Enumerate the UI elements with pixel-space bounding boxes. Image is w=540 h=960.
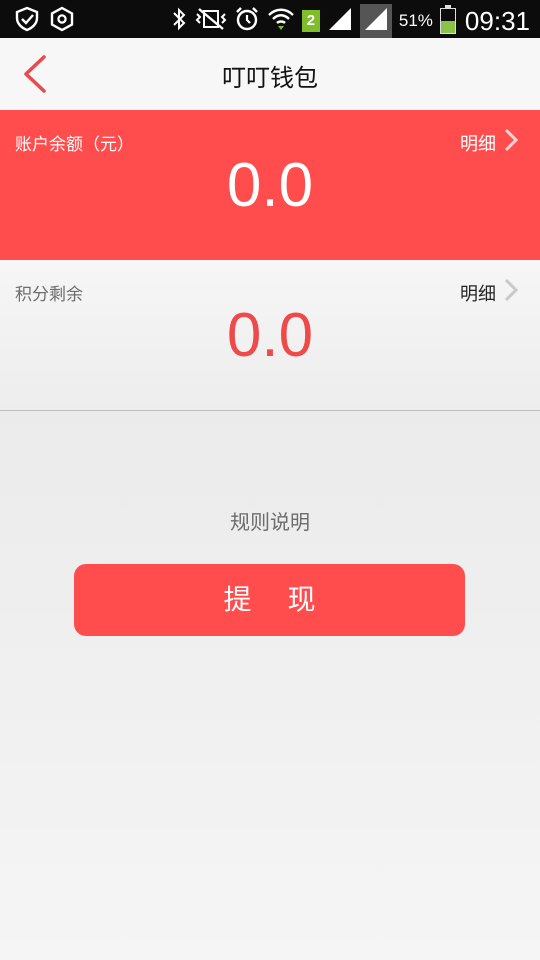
bluetooth-icon — [170, 6, 188, 36]
alarm-clock-icon — [234, 6, 260, 36]
battery-percent: 51% — [398, 11, 433, 30]
points-value: 0.0 — [226, 301, 314, 370]
wifi-icon — [267, 6, 295, 36]
signal-strength-icon — [327, 6, 353, 36]
vibrate-icon — [195, 6, 227, 36]
shield-check-icon — [14, 6, 40, 36]
balance-value: 0.0 — [226, 151, 314, 220]
points-card: 积分剩余 明细 0.0 — [0, 260, 540, 411]
battery-icon — [439, 5, 456, 34]
navigation-bar: 叮叮钱包 — [0, 38, 540, 110]
page-title: 叮叮钱包 — [222, 64, 318, 92]
settings-hexagon-icon — [50, 6, 74, 36]
status-bar: 2 51% 09:31 — [0, 0, 540, 38]
rules-link[interactable]: 规则说明 — [0, 506, 540, 535]
clock-time: 09:31 — [464, 5, 530, 36]
notification-badge: 2 — [301, 10, 320, 32]
withdraw-button[interactable]: 提现 — [74, 564, 465, 636]
signal-strength-secondary-icon — [359, 4, 392, 38]
account-balance-card: 账户余额（元） 明细 0.0 — [0, 110, 540, 260]
